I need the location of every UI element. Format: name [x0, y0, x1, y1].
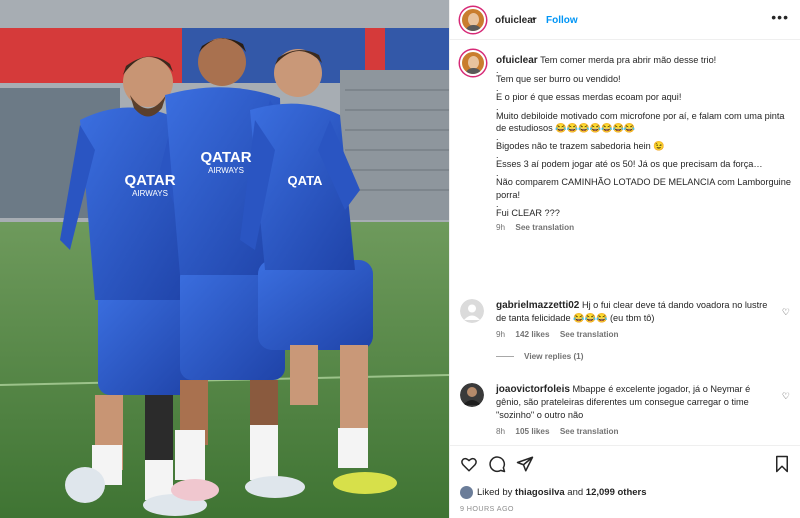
- comment-username[interactable]: gabrielmazzetti02: [496, 300, 579, 311]
- caption-avatar[interactable]: [460, 50, 486, 76]
- view-replies-button[interactable]: View replies (1): [496, 350, 772, 363]
- comment-likes[interactable]: 142 likes: [515, 330, 549, 339]
- comment-heart-icon[interactable]: ♡: [782, 391, 790, 402]
- svg-text:AIRWAYS: AIRWAYS: [208, 166, 244, 175]
- shirt-sponsor-middle: QATAR: [200, 149, 251, 166]
- caption: ofuiclear Tem comer merda pra abrir mão …: [496, 54, 792, 234]
- post-header: ofuiclear • Follow •••: [450, 0, 800, 40]
- comment-icon[interactable]: [488, 455, 506, 473]
- follow-button[interactable]: Follow: [546, 15, 578, 26]
- caption-line: Esses 3 aí podem jogar até os 50! Já os …: [496, 159, 763, 170]
- commenter-avatar[interactable]: [460, 383, 484, 407]
- comment-likes[interactable]: 105 likes: [515, 427, 549, 436]
- heart-icon[interactable]: [460, 455, 478, 473]
- comment-see-translation[interactable]: See translation: [560, 330, 619, 339]
- post-photo[interactable]: QATAR AIRWAYS QATAR AIRWAYS QATA: [0, 0, 449, 518]
- comment-body: gabrielmazzetti02 Hj o fui clear deve tá…: [496, 299, 772, 363]
- shirt-sponsor-left: QATAR: [124, 172, 175, 189]
- default-avatar-icon[interactable]: [460, 299, 484, 323]
- comments-section[interactable]: ofuiclear Tem comer merda pra abrir mão …: [450, 40, 800, 445]
- comment-body: joaovictorfoleis Mbappe é excelente joga…: [496, 383, 772, 438]
- caption-line: Fui CLEAR ???: [496, 207, 560, 218]
- training-photo-illustration: QATAR AIRWAYS QATAR AIRWAYS QATA: [0, 0, 449, 518]
- comment-see-translation[interactable]: See translation: [560, 427, 619, 436]
- more-icon[interactable]: •••: [771, 9, 789, 25]
- likes-summary: Liked by thiagosilva and 12,099 others: [460, 486, 647, 499]
- caption-see-translation[interactable]: See translation: [515, 223, 574, 232]
- caption-username[interactable]: ofuiclear: [496, 55, 538, 66]
- comment-username[interactable]: joaovictorfoleis: [496, 384, 570, 395]
- caption-line: Tem que ser burro ou vendido!: [496, 74, 621, 85]
- comment-time: 9h: [496, 330, 506, 339]
- svg-text:AIRWAYS: AIRWAYS: [132, 189, 168, 198]
- shirt-sponsor-right: QATA: [288, 173, 324, 188]
- liker-username[interactable]: thiagosilva: [515, 487, 565, 498]
- separator-dot: •: [532, 14, 536, 25]
- caption-line: Bigodes não te trazem sabedoria hein 😉: [496, 141, 665, 152]
- caption-meta: 9h See translation: [496, 222, 792, 234]
- caption-time: 9h: [496, 223, 506, 233]
- likes-count[interactable]: 12,099 others: [586, 487, 647, 498]
- caption-line: Não comparem CAMINHÃO LOTADO DE MELANCIA…: [496, 177, 791, 200]
- post-time[interactable]: 9 HOURS AGO: [460, 504, 514, 513]
- post-panel: ofuiclear • Follow ••• ofuiclear Tem com…: [449, 0, 800, 518]
- caption-line: Muito debiloide motivado com microfone p…: [496, 110, 785, 133]
- comment-heart-icon[interactable]: ♡: [782, 307, 790, 318]
- bookmark-icon[interactable]: [774, 455, 790, 473]
- post-actions: Liked by thiagosilva and 12,099 others 9…: [450, 445, 800, 518]
- author-username[interactable]: ofuiclear: [495, 15, 537, 26]
- caption-line: E o pior é que essas merdas ecoam por aq…: [496, 92, 682, 103]
- caption-line: ofuiclear Tem comer merda pra abrir mão …: [496, 55, 717, 66]
- comment-meta: 8h 105 likes See translation: [496, 425, 772, 438]
- liker-avatar[interactable]: [460, 486, 473, 499]
- author-avatar[interactable]: [460, 7, 486, 33]
- share-icon[interactable]: [516, 455, 534, 473]
- comment-meta: 9h 142 likes See translation: [496, 328, 772, 341]
- comment-time: 8h: [496, 427, 506, 436]
